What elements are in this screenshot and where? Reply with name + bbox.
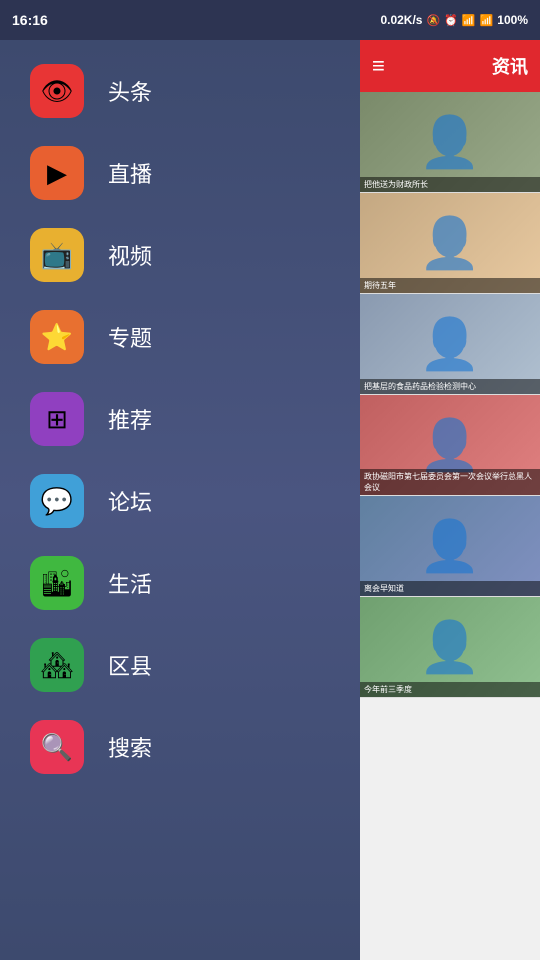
news-thumbnail: 👤 今年前三季度 <box>360 597 540 697</box>
news-thumbnail: 👤政协磁阳市第七届委员会第一次会议举行总黑人会议 <box>360 395 540 495</box>
tab-news[interactable]: 资讯 <box>492 53 528 79</box>
news-thumbnail: 👤 期待五年 <box>360 193 540 293</box>
thumbnail-image: 👤 <box>419 214 481 273</box>
life-icon: 🏙 <box>30 556 84 610</box>
sidebar-label-district: 区县 <box>108 649 152 681</box>
sidebar-label-search: 搜索 <box>108 731 152 763</box>
sidebar-label-life: 生活 <box>108 567 152 599</box>
news-item[interactable]: 👤政协磁阳市第七届委员会第一次会议举行总黑人会议 <box>360 395 540 496</box>
sidebar-label-headlines: 头条 <box>108 75 152 107</box>
sidebar-item-video[interactable]: 📺 视频 <box>0 214 360 296</box>
news-overlay-text: 把他送为财政所长 <box>360 177 540 192</box>
recommend-icon: ⊞ <box>30 392 84 446</box>
battery-display: 100% <box>497 13 528 27</box>
sidebar-label-video: 视频 <box>108 239 152 271</box>
sidebar-label-topics: 专题 <box>108 321 152 353</box>
news-overlay-text: 政协磁阳市第七届委员会第一次会议举行总黑人会议 <box>360 469 540 495</box>
hamburger-icon[interactable]: ≡ <box>372 53 385 79</box>
thumbnail-image: 👤 <box>419 416 481 475</box>
topics-icon: ⭐ <box>30 310 84 364</box>
time-display: 16:16 <box>12 12 48 28</box>
news-overlay-text: 把基层的食品药品检验检测中心 <box>360 379 540 394</box>
right-header: ≡ 资讯 <box>360 40 540 92</box>
sidebar-item-district[interactable]: 🏘 区县 <box>0 624 360 706</box>
wifi-icon: 📶 <box>462 14 476 27</box>
video-icon: 📺 <box>30 228 84 282</box>
news-thumbnail: 👤 离会早知道 <box>360 496 540 596</box>
news-thumbnail: 👤 把他送为财政所长 <box>360 92 540 192</box>
news-item[interactable]: 👤 把他送为财政所长 <box>360 92 540 193</box>
news-list: 👤把他送为财政所长👤期待五年👤把基层的食品药品检验检测中心👤政协磁阳市第七届委员… <box>360 92 540 960</box>
mute-icon: 🔕 <box>426 14 440 27</box>
sidebar-item-search[interactable]: 🔍 搜索 <box>0 706 360 788</box>
alarm-icon: ⏰ <box>444 14 458 27</box>
main-container: 👁 头条 ▶ 直播 📺 视频 ⭐ 专题 ⊞ 推荐 💬 论坛 🏙 生活 🏘 区县 🔍 搜索 ≡ 资讯 👤 把他送为财政… <box>0 40 540 960</box>
sidebar-item-live[interactable]: ▶ 直播 <box>0 132 360 214</box>
network-speed: 0.02K/s <box>380 13 422 27</box>
signal-icon: 📶 <box>480 14 494 27</box>
sidebar-label-live: 直播 <box>108 157 152 189</box>
news-overlay-text: 期待五年 <box>360 278 540 293</box>
sidebar-label-recommend: 推荐 <box>108 403 152 435</box>
headlines-icon: 👁 <box>30 64 84 118</box>
sidebar-label-forum: 论坛 <box>108 485 152 517</box>
sidebar-item-topics[interactable]: ⭐ 专题 <box>0 296 360 378</box>
sidebar-item-recommend[interactable]: ⊞ 推荐 <box>0 378 360 460</box>
news-item[interactable]: 👤 把基层的食品药品检验检测中心 <box>360 294 540 395</box>
news-item[interactable]: 👤 离会早知道 <box>360 496 540 597</box>
news-overlay-text: 离会早知道 <box>360 581 540 596</box>
sidebar-item-forum[interactable]: 💬 论坛 <box>0 460 360 542</box>
news-item[interactable]: 👤 期待五年 <box>360 193 540 294</box>
status-right: 0.02K/s 🔕 ⏰ 📶 📶 100% <box>380 13 528 27</box>
thumbnail-image: 👤 <box>419 113 481 172</box>
forum-icon: 💬 <box>30 474 84 528</box>
right-panel: ≡ 资讯 👤把他送为财政所长👤期待五年👤把基层的食品药品检验检测中心👤政协磁阳市… <box>360 40 540 960</box>
search-icon: 🔍 <box>30 720 84 774</box>
thumbnail-image: 👤 <box>419 618 481 677</box>
live-icon: ▶ <box>30 146 84 200</box>
sidebar-item-headlines[interactable]: 👁 头条 <box>0 50 360 132</box>
sidebar: 👁 头条 ▶ 直播 📺 视频 ⭐ 专题 ⊞ 推荐 💬 论坛 🏙 生活 🏘 区县 🔍 搜索 <box>0 40 360 960</box>
sidebar-item-life[interactable]: 🏙 生活 <box>0 542 360 624</box>
news-item[interactable]: 👤 今年前三季度 <box>360 597 540 698</box>
news-thumbnail: 👤 把基层的食品药品检验检测中心 <box>360 294 540 394</box>
district-icon: 🏘 <box>30 638 84 692</box>
thumbnail-image: 👤 <box>419 315 481 374</box>
thumbnail-image: 👤 <box>419 517 481 576</box>
news-overlay-text: 今年前三季度 <box>360 682 540 697</box>
status-bar: 16:16 0.02K/s 🔕 ⏰ 📶 📶 100% <box>0 0 540 40</box>
